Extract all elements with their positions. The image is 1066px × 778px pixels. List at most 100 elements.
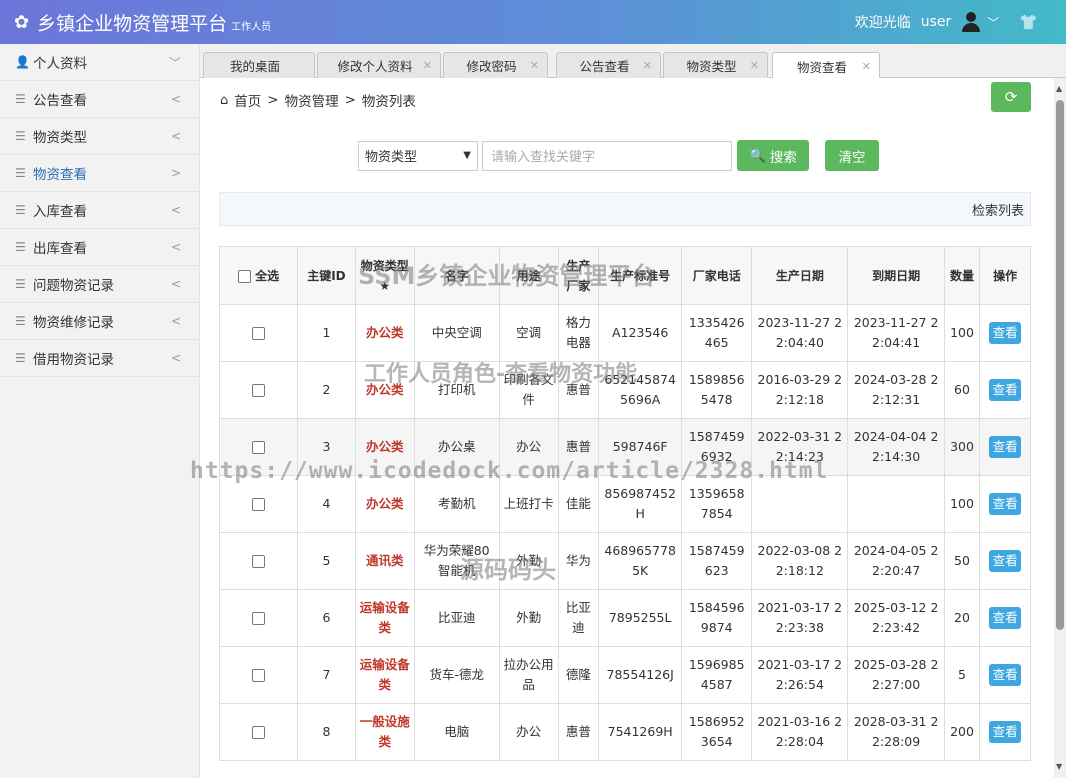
- sidebar-item-label: 个人资料: [33, 56, 87, 72]
- view-button[interactable]: 查看: [989, 607, 1022, 629]
- view-button[interactable]: 查看: [989, 550, 1022, 572]
- tab-notice[interactable]: 公告查看 ✕: [556, 52, 661, 78]
- refresh-button[interactable]: ⟳: [991, 82, 1031, 112]
- row-checkbox[interactable]: [252, 669, 266, 682]
- col-expire-date: 到期日期: [847, 246, 945, 305]
- col-action: 操作: [979, 246, 1031, 305]
- cell-usage: 空调: [498, 304, 559, 362]
- cell-id: 5: [297, 532, 356, 590]
- sidebar-item-profile[interactable]: 👤 个人资料 ﹀: [0, 44, 199, 81]
- close-icon[interactable]: ✕: [530, 59, 539, 72]
- cell-name: 办公桌: [413, 418, 500, 476]
- row-checkbox[interactable]: [252, 498, 266, 511]
- tab-material-view[interactable]: 物资查看 ✕: [772, 52, 880, 79]
- sidebar-item-borrow[interactable]: ☰ 借用物资记录 <: [0, 340, 199, 377]
- cell-id: 2: [297, 361, 356, 419]
- sidebar-item-label: 问题物资记录: [33, 278, 114, 294]
- sidebar-item-material-view[interactable]: ☰ 物资查看 >: [0, 155, 199, 192]
- row-checkbox[interactable]: [252, 555, 266, 568]
- row-checkbox[interactable]: [252, 327, 266, 340]
- cell-prod-date: [751, 475, 849, 533]
- tab-material-type[interactable]: 物资类型 ✕: [663, 52, 768, 78]
- cell-maker: 惠普: [557, 361, 600, 419]
- sidebar-item-outbound[interactable]: ☰ 出库查看 <: [0, 229, 199, 266]
- view-button[interactable]: 查看: [989, 664, 1022, 686]
- user-avatar-icon[interactable]: [961, 12, 981, 32]
- row-checkbox[interactable]: [252, 441, 266, 454]
- theme-shirt-icon[interactable]: 👕: [1019, 13, 1038, 31]
- cell-usage: 办公: [498, 418, 559, 476]
- sidebar-item-problem[interactable]: ☰ 问题物资记录 <: [0, 266, 199, 303]
- sidebar-item-label: 物资查看: [33, 167, 87, 183]
- cell-type: 运输设备类: [354, 646, 415, 704]
- chevron-left-icon: <: [170, 277, 181, 291]
- cell-id: 7: [297, 646, 356, 704]
- close-icon[interactable]: ✕: [750, 59, 759, 72]
- cell-phone: 15845969874: [681, 589, 753, 647]
- chevron-right-icon: >: [170, 166, 181, 180]
- select-all-checkbox[interactable]: [237, 269, 251, 283]
- sidebar-item-notice[interactable]: ☰ 公告查看 <: [0, 81, 199, 118]
- cell-type: 办公类: [354, 361, 415, 419]
- scroll-up-arrow-icon[interactable]: ▲: [1056, 84, 1062, 93]
- cell-expire-date: 2025-03-28 22:27:00: [847, 646, 945, 704]
- table-row: 2 办公类 打印机 印刷各文件 惠普 6521458745696A 158985…: [218, 361, 1031, 419]
- view-button[interactable]: 查看: [989, 436, 1022, 458]
- col-type[interactable]: 物资类型★: [354, 246, 415, 305]
- close-icon[interactable]: ✕: [643, 59, 652, 72]
- tab-label: 修改个人资料: [337, 59, 413, 74]
- close-icon[interactable]: ✕: [862, 60, 871, 73]
- table-header-row: 全选 主键ID 物资类型★ 名字 用途 生产厂家 生产标准号 厂家电话 生产日期…: [218, 246, 1031, 305]
- cell-usage: 印刷各文件: [498, 361, 559, 419]
- row-checkbox[interactable]: [252, 384, 266, 397]
- row-checkbox[interactable]: [252, 726, 266, 739]
- select-all-label: 全选: [255, 268, 280, 283]
- cell-std-no: 78554126J: [598, 646, 683, 704]
- select-all-header[interactable]: 全选: [218, 246, 299, 305]
- clear-button[interactable]: 清空: [825, 140, 879, 171]
- table-row: 6 运输设备类 比亚迪 外勤 比亚迪 7895255L 15845969874 …: [218, 589, 1031, 647]
- scroll-thumb[interactable]: [1056, 100, 1064, 630]
- search-type-select[interactable]: 物资类型 ▼: [358, 140, 478, 171]
- cell-phone: 15898565478: [681, 361, 753, 419]
- scroll-down-arrow-icon[interactable]: ▼: [1056, 762, 1062, 771]
- cell-type: 办公类: [354, 418, 415, 476]
- list-icon: ☰: [15, 351, 26, 365]
- view-button[interactable]: 查看: [989, 493, 1022, 515]
- cell-qty: 300: [943, 418, 981, 476]
- cell-qty: 5: [943, 646, 981, 704]
- sidebar-item-inbound[interactable]: ☰ 入库查看 <: [0, 192, 199, 229]
- sidebar-item-repair[interactable]: ☰ 物资维修记录 <: [0, 303, 199, 340]
- breadcrumb-separator: >: [267, 92, 279, 108]
- sidebar-item-material-type[interactable]: ☰ 物资类型 <: [0, 118, 199, 155]
- app-logo: ✿ 乡镇企业物资管理平台 工作人员: [14, 9, 271, 36]
- view-button[interactable]: 查看: [989, 379, 1022, 401]
- col-qty: 数量: [943, 246, 981, 305]
- vertical-scrollbar[interactable]: ▲ ▼: [1054, 78, 1066, 778]
- col-id: 主键ID: [297, 246, 356, 305]
- cell-maker: 华为: [557, 532, 600, 590]
- list-icon: ☰: [15, 203, 26, 217]
- tab-edit-profile[interactable]: 修改个人资料 ✕: [317, 52, 441, 78]
- row-checkbox[interactable]: [252, 612, 266, 625]
- view-button[interactable]: 查看: [989, 721, 1022, 743]
- cell-expire-date: 2024-04-05 22:20:47: [847, 532, 945, 590]
- cell-expire-date: 2024-03-28 22:12:31: [847, 361, 945, 419]
- sidebar-item-label: 出库查看: [33, 241, 87, 257]
- list-icon: ☰: [15, 129, 26, 143]
- view-button[interactable]: 查看: [989, 322, 1022, 344]
- cell-prod-date: 2021-03-17 22:26:54: [751, 646, 849, 704]
- breadcrumb-home[interactable]: 首页: [234, 90, 261, 110]
- chevron-down-icon[interactable]: ﹀: [987, 14, 999, 31]
- search-button[interactable]: 🔍 搜索: [737, 140, 809, 171]
- chevron-left-icon: <: [170, 351, 181, 365]
- tab-desktop[interactable]: 我的桌面: [203, 52, 315, 78]
- tab-change-password[interactable]: 修改密码 ✕: [443, 52, 548, 78]
- col-maker: 生产厂家: [557, 246, 600, 305]
- search-input[interactable]: 请输入查找关键字: [482, 140, 732, 171]
- col-phone: 厂家电话: [681, 246, 753, 305]
- breadcrumb-level1[interactable]: 物资管理: [285, 90, 339, 110]
- sidebar-item-label: 物资类型: [33, 130, 87, 146]
- material-table: 全选 主键ID 物资类型★ 名字 用途 生产厂家 生产标准号 厂家电话 生产日期…: [218, 246, 1031, 761]
- close-icon[interactable]: ✕: [423, 59, 432, 72]
